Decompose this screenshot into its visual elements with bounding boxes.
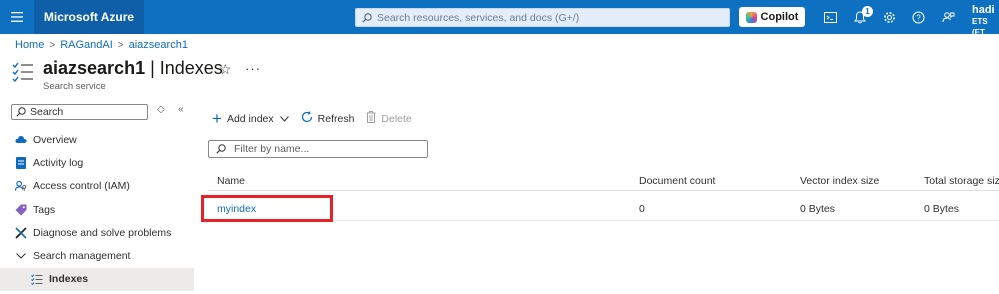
delete-button[interactable]: Delete <box>366 111 412 126</box>
iam-icon <box>15 180 27 192</box>
sidebar-item-tags[interactable]: Tags <box>0 198 194 221</box>
total-storage-size-cell: 0 Bytes <box>924 203 960 215</box>
breadcrumb-chevron-icon: > <box>49 39 56 51</box>
trash-icon <box>366 111 376 126</box>
sidebar-item-overview[interactable]: Overview <box>0 128 194 151</box>
copilot-icon <box>745 11 757 23</box>
help-icon[interactable]: ? <box>903 0 933 34</box>
sort-toggle-icon[interactable]: ◇ <box>157 104 165 115</box>
sidebar-item-activity-log[interactable]: Activity log <box>0 151 194 174</box>
search-icon <box>16 107 26 117</box>
sidebar-item-label: Access control (IAM) <box>33 180 130 193</box>
title-separator: | <box>145 58 160 78</box>
table-header-divider <box>208 190 999 191</box>
breadcrumb-home[interactable]: Home <box>15 39 44 51</box>
column-header-document-count[interactable]: Document count <box>639 175 715 187</box>
activity-log-icon <box>15 156 27 169</box>
notification-count-badge: 1 <box>862 6 873 17</box>
breadcrumb: Home > RAGandAI > aiazsearch1 <box>15 39 188 51</box>
sidebar-group-search-management[interactable]: Search management <box>0 244 194 267</box>
wrench-icon <box>15 227 27 239</box>
refresh-label: Refresh <box>317 112 355 125</box>
sidebar-item-label: Overview <box>33 133 77 146</box>
breadcrumb-search-service[interactable]: aiazsearch1 <box>129 39 188 51</box>
refresh-icon <box>301 111 313 126</box>
settings-gear-icon[interactable] <box>874 0 904 34</box>
column-header-name[interactable]: Name <box>217 175 245 187</box>
favorite-star-icon[interactable]: ☆ <box>219 61 232 78</box>
filter-by-name-input[interactable]: Filter by name... <box>208 140 428 158</box>
search-icon <box>216 144 226 154</box>
sidebar-search-input[interactable]: Search <box>11 104 148 120</box>
copilot-button[interactable]: Copilot <box>739 7 805 27</box>
azure-brand-link[interactable]: Microsoft Azure <box>34 0 144 34</box>
sidebar-item-diagnose[interactable]: Diagnose and solve problems <box>0 221 194 244</box>
add-index-label: Add index <box>226 112 274 125</box>
user-org: ETS (ET <box>972 17 988 37</box>
global-search-input[interactable]: Search resources, services, and docs (G+… <box>355 8 730 27</box>
sidebar-item-label: Search management <box>33 250 131 263</box>
sidebar-item-label: Indexes <box>49 273 89 286</box>
page-title: aiazsearch1 | Indexes <box>43 58 223 79</box>
highlight-box <box>201 195 333 222</box>
refresh-button[interactable]: Refresh <box>301 111 355 126</box>
sidebar-search-placeholder: Search <box>30 106 64 118</box>
top-bar: Microsoft Azure Search resources, servic… <box>0 0 999 37</box>
breadcrumb-resource-group[interactable]: RAGandAI <box>60 39 113 51</box>
global-search-placeholder: Search resources, services, and docs (G+… <box>377 11 580 24</box>
notifications-icon[interactable]: 1 <box>845 0 875 34</box>
delete-label: Delete <box>381 112 412 125</box>
cloud-shell-icon[interactable] <box>815 0 845 34</box>
page-subtitle: Search service <box>43 81 106 92</box>
document-count-cell: 0 <box>639 203 645 215</box>
sidebar-item-label: Tags <box>33 203 56 216</box>
collapse-sidebar-icon[interactable]: « <box>178 104 184 115</box>
plus-icon: + <box>212 108 222 128</box>
sidebar-item-label: Activity log <box>33 156 84 169</box>
page-name: Indexes <box>159 58 223 78</box>
sidebar-item-iam[interactable]: Access control (IAM) <box>0 175 194 198</box>
sidebar-nav: Overview Activity log Access control (IA… <box>0 128 194 292</box>
vector-index-size-cell: 0 Bytes <box>800 203 836 215</box>
column-header-total-storage-size[interactable]: Total storage size <box>924 175 999 187</box>
svg-text:?: ? <box>916 13 921 22</box>
chevron-down-icon <box>15 250 27 262</box>
sidebar-item-label: Diagnose and solve problems <box>33 226 172 239</box>
add-index-button[interactable]: + Add index <box>212 108 289 128</box>
filter-placeholder: Filter by name... <box>234 143 310 155</box>
chevron-down-icon[interactable] <box>279 114 289 124</box>
resource-name: aiazsearch1 <box>43 58 146 78</box>
indexes-icon <box>31 273 43 285</box>
command-bar: + Add index Refresh Delete <box>212 108 424 128</box>
sidebar-item-indexes[interactable]: Indexes <box>0 267 194 292</box>
breadcrumb-chevron-icon: > <box>117 39 124 51</box>
search-icon <box>362 12 372 23</box>
hamburger-menu-icon[interactable] <box>0 0 34 34</box>
cloud-icon <box>15 134 27 146</box>
column-header-vector-index-size[interactable]: Vector index size <box>800 175 879 187</box>
account-menu[interactable]: hadi ETS (ET <box>972 5 999 38</box>
more-options-icon[interactable]: ··· <box>245 61 261 76</box>
user-name: hadi <box>972 4 995 16</box>
tag-icon <box>15 204 27 216</box>
copilot-label: Copilot <box>760 11 799 23</box>
indexes-page-icon <box>12 62 34 85</box>
feedback-icon[interactable] <box>933 0 963 34</box>
